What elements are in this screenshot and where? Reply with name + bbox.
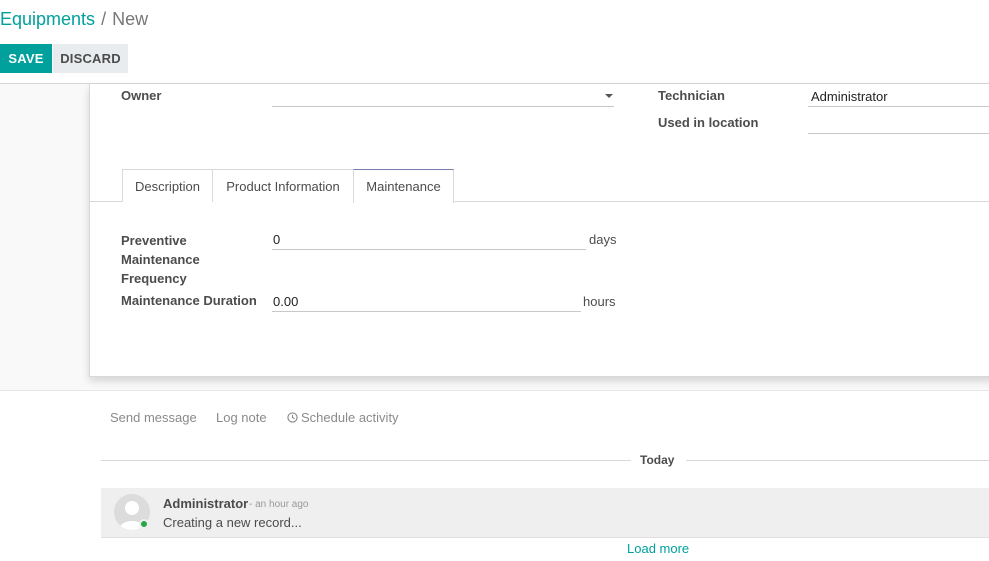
used-in-location-field[interactable] bbox=[808, 115, 989, 134]
maintenance-duration-label: Maintenance Duration bbox=[121, 293, 257, 308]
save-button[interactable]: SAVE bbox=[0, 44, 52, 73]
frequency-input[interactable]: 0 bbox=[272, 231, 586, 250]
message-author[interactable]: Administrator bbox=[163, 496, 248, 511]
owner-field[interactable] bbox=[272, 88, 614, 107]
frequency-label-line-1: Preventive bbox=[121, 233, 187, 248]
schedule-activity-label: Schedule activity bbox=[301, 410, 399, 425]
owner-label: Owner bbox=[121, 88, 162, 103]
breadcrumb-separator: / bbox=[101, 9, 107, 29]
discard-button[interactable]: DISCARD bbox=[53, 44, 128, 73]
form-bottom-divider bbox=[0, 390, 989, 391]
tab-product-information[interactable]: Product Information bbox=[212, 169, 354, 202]
used-in-location-label: Used in location bbox=[658, 115, 759, 130]
send-message-button[interactable]: Send message bbox=[110, 410, 197, 425]
technician-field[interactable]: Administrator bbox=[808, 88, 989, 107]
tab-maintenance[interactable]: Maintenance bbox=[353, 169, 454, 203]
frequency-label-line-3: Frequency bbox=[121, 271, 187, 286]
schedule-activity-button[interactable]: Schedule activity bbox=[287, 410, 399, 425]
date-separator-right-line bbox=[686, 460, 989, 461]
tab-description[interactable]: Description bbox=[122, 169, 213, 202]
message-time: - an hour ago bbox=[249, 499, 309, 510]
message-body: Creating a new record... bbox=[163, 515, 302, 530]
breadcrumb-current: New bbox=[112, 9, 149, 29]
frequency-value: 0 bbox=[273, 232, 281, 247]
load-more-link[interactable]: Load more bbox=[627, 541, 689, 556]
date-separator-label: Today bbox=[640, 453, 675, 467]
date-separator-left-line bbox=[101, 460, 631, 461]
duration-value: 0.00 bbox=[273, 294, 299, 309]
log-note-button[interactable]: Log note bbox=[216, 410, 267, 425]
clock-icon bbox=[287, 412, 298, 423]
online-status-icon bbox=[139, 519, 149, 529]
breadcrumb-equipments-link[interactable]: Equipments bbox=[0, 9, 95, 29]
preventive-maintenance-frequency-label: Preventive Maintenance Frequency bbox=[121, 231, 200, 288]
duration-unit: hours bbox=[583, 294, 616, 309]
breadcrumb: Equipments / New bbox=[0, 9, 148, 30]
technician-value: Administrator bbox=[811, 89, 888, 104]
owner-dropdown-caret-icon[interactable] bbox=[605, 94, 613, 98]
duration-input[interactable]: 0.00 bbox=[272, 293, 581, 312]
frequency-unit: days bbox=[589, 232, 617, 247]
chatter-message: Administrator - an hour ago Creating a n… bbox=[101, 488, 989, 538]
technician-label: Technician bbox=[658, 88, 725, 103]
frequency-label-line-2: Maintenance bbox=[121, 252, 200, 267]
